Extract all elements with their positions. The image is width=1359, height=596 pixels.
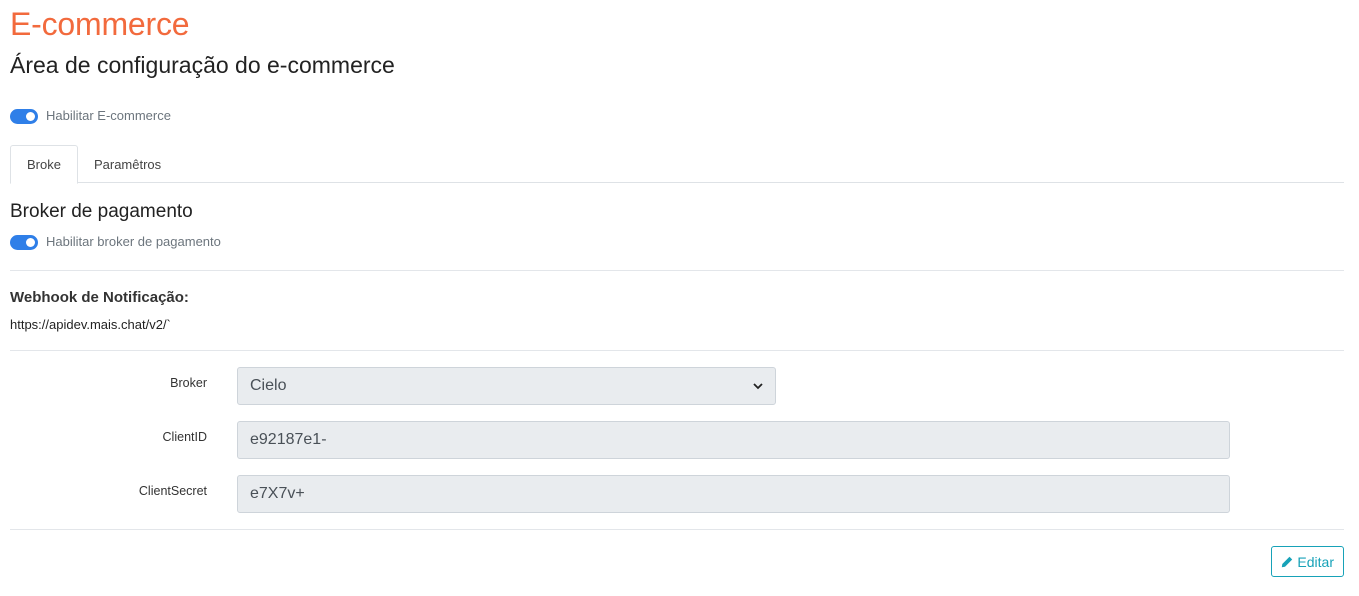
- client-secret-value: e7X7v+: [250, 485, 305, 502]
- tab-parametros[interactable]: Paramêtros: [78, 145, 177, 183]
- broker-toggle-row: Habilitar broker de pagamento: [10, 233, 221, 250]
- divider: [10, 270, 1344, 271]
- broker-selected-value: Cielo: [250, 377, 287, 394]
- pencil-icon: [1282, 556, 1293, 567]
- broker-select[interactable]: Cielo: [237, 367, 776, 405]
- client-id-field[interactable]: e92187e1-: [237, 421, 1230, 459]
- ecommerce-toggle-label: Habilitar E-commerce: [46, 107, 171, 123]
- edit-button-label: Editar: [1297, 553, 1334, 570]
- client-secret-label: ClientSecret: [138, 484, 207, 498]
- client-id-value: e92187e1-: [250, 431, 327, 448]
- broker-toggle-label: Habilitar broker de pagamento: [46, 233, 221, 249]
- page-subtitle: Área de configuração do e-commerce: [10, 52, 395, 78]
- ecommerce-settings-page: E-commerce Área de configuração do e-com…: [0, 0, 1359, 596]
- broker-toggle-switch[interactable]: [10, 235, 38, 250]
- broker-section-title: Broker de pagamento: [10, 201, 193, 222]
- divider: [10, 350, 1344, 351]
- divider: [10, 529, 1344, 530]
- ecommerce-toggle-switch[interactable]: [10, 109, 38, 124]
- toggle-knob: [26, 112, 35, 121]
- chevron-down-icon: [753, 383, 763, 390]
- toggle-knob: [26, 238, 35, 247]
- client-secret-field[interactable]: e7X7v+: [237, 475, 1230, 513]
- tab-bar: Broke Paramêtros: [10, 145, 1344, 184]
- client-id-label: ClientID: [162, 430, 207, 444]
- edit-button[interactable]: Editar: [1271, 546, 1344, 577]
- page-title: E-commerce: [10, 6, 190, 42]
- broker-label: Broker: [170, 376, 207, 390]
- webhook-label: Webhook de Notificação:: [10, 289, 189, 306]
- tab-broke[interactable]: Broke: [10, 145, 78, 184]
- webhook-url: https://apidev.mais.chat/v2/`: [10, 317, 171, 332]
- ecommerce-toggle-row: Habilitar E-commerce: [10, 107, 171, 124]
